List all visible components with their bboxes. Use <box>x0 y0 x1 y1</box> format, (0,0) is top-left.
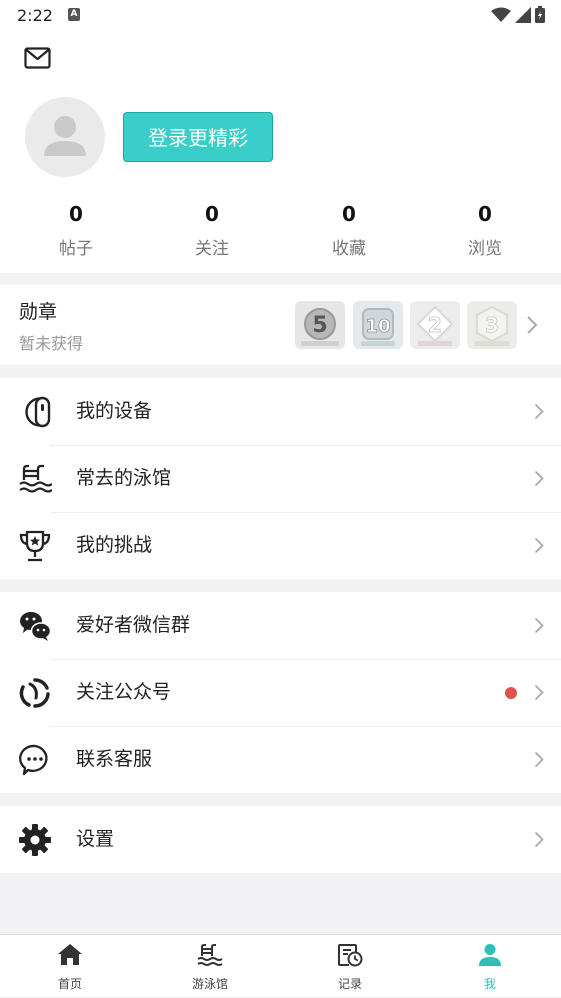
menu-item-my-devices[interactable]: 我的设备 <box>0 378 561 445</box>
swimming-pool-icon <box>19 464 52 493</box>
menu-item-my-challenges[interactable]: 我的挑战 <box>0 512 561 579</box>
medal-icon: 10 <box>361 308 395 346</box>
medal-number: 2 <box>428 313 442 337</box>
chevron-right-icon <box>534 470 544 487</box>
menu-item-label: 爱好者微信群 <box>76 614 191 636</box>
tab-label: 记录 <box>337 977 362 991</box>
chevron-right-icon <box>534 831 544 848</box>
wifi-icon <box>491 7 511 22</box>
stat-favorites[interactable]: 0 收藏 <box>289 200 409 259</box>
stat-posts[interactable]: 0 帖子 <box>16 200 136 259</box>
profile-stats: 0 帖子 0 关注 0 收藏 0 浏览 <box>0 200 561 260</box>
chevron-right-icon <box>534 751 544 768</box>
default-avatar-icon <box>44 116 86 156</box>
tab-records[interactable]: 记录 <box>280 935 420 998</box>
stat-value: 0 <box>205 202 219 226</box>
menu-group-devices: 我的设备 常去的泳馆 我的挑战 <box>0 378 561 579</box>
battery-icon <box>535 6 545 23</box>
chevron-right-icon <box>534 537 544 554</box>
pool-icon <box>197 944 223 966</box>
avatar[interactable] <box>25 97 105 177</box>
tab-label: 首页 <box>57 977 82 991</box>
tab-home[interactable]: 首页 <box>0 935 140 998</box>
chevron-right-icon <box>534 617 544 634</box>
menu-item-label: 设置 <box>76 828 115 850</box>
medal-10: 10 <box>353 301 403 349</box>
chat-bubble-icon <box>19 744 48 776</box>
medal-2: 2 <box>410 301 460 349</box>
status-indicators <box>491 6 545 23</box>
menu-item-label: 常去的泳馆 <box>76 467 172 489</box>
menu-item-customer-service[interactable]: 联系客服 <box>0 726 561 793</box>
stat-label: 关注 <box>195 239 229 259</box>
trophy-icon <box>19 530 51 562</box>
notification-icon: A <box>68 8 80 21</box>
medal-5: 5 <box>295 301 345 349</box>
chevron-right-icon <box>527 316 538 334</box>
bottom-tab-bar: 首页 游泳馆 记录 我 <box>0 934 561 997</box>
stat-label: 浏览 <box>468 239 502 259</box>
menu-item-label: 我的挑战 <box>76 534 153 556</box>
tab-pools[interactable]: 游泳馆 <box>140 935 280 998</box>
official-account-icon <box>19 678 50 708</box>
medal-icon: 2 <box>416 305 454 346</box>
notification-dot <box>505 687 517 699</box>
menu-item-settings[interactable]: 设置 <box>0 806 561 873</box>
tab-me[interactable]: 我 <box>420 935 560 998</box>
mail-icon[interactable] <box>24 46 51 70</box>
stat-label: 帖子 <box>59 239 93 259</box>
menu-item-follow-account[interactable]: 关注公众号 <box>0 659 561 726</box>
stat-value: 0 <box>478 202 492 226</box>
badges-title: 勋章 <box>19 301 58 323</box>
menu-item-label: 联系客服 <box>76 748 153 770</box>
stat-views[interactable]: 0 浏览 <box>425 200 545 259</box>
tab-label: 游泳馆 <box>191 977 228 991</box>
stat-following[interactable]: 0 关注 <box>152 200 272 259</box>
badges-subtitle: 暂未获得 <box>19 334 84 353</box>
person-icon <box>479 944 501 966</box>
badges-row[interactable]: 勋章 暂未获得 5 10 2 3 <box>0 285 561 365</box>
menu-item-frequent-pools[interactable]: 常去的泳馆 <box>0 445 561 512</box>
menu-group-community: 爱好者微信群 关注公众号 联系客服 <box>0 592 561 793</box>
medal-3: 3 <box>467 301 517 349</box>
chevron-right-icon <box>534 684 544 701</box>
profile-header: 登录更精彩 0 帖子 0 关注 0 收藏 0 浏览 <box>0 32 561 273</box>
chevron-right-icon <box>534 403 544 420</box>
status-time: 2:22 <box>17 6 53 25</box>
medal-number: 5 <box>312 313 327 338</box>
device-icon <box>25 396 51 428</box>
record-icon <box>338 944 363 967</box>
menu-item-wechat-group[interactable]: 爱好者微信群 <box>0 592 561 659</box>
menu-item-label: 关注公众号 <box>76 681 172 703</box>
menu-item-label: 我的设备 <box>76 400 153 422</box>
stat-value: 0 <box>342 202 356 226</box>
stat-value: 0 <box>69 202 83 226</box>
home-icon <box>58 944 82 965</box>
gear-icon <box>19 824 51 856</box>
status-bar: 2:22 A <box>0 0 561 32</box>
medal-icon: 5 <box>301 308 339 346</box>
tab-label: 我 <box>483 977 496 991</box>
wechat-icon <box>20 612 52 641</box>
menu-group-settings: 设置 <box>0 806 561 873</box>
login-button[interactable]: 登录更精彩 <box>123 112 273 162</box>
signal-icon <box>515 6 531 23</box>
medal-number: 10 <box>365 316 390 337</box>
stat-label: 收藏 <box>332 239 366 259</box>
medal-number: 3 <box>485 313 499 337</box>
medal-icon: 3 <box>475 305 509 346</box>
